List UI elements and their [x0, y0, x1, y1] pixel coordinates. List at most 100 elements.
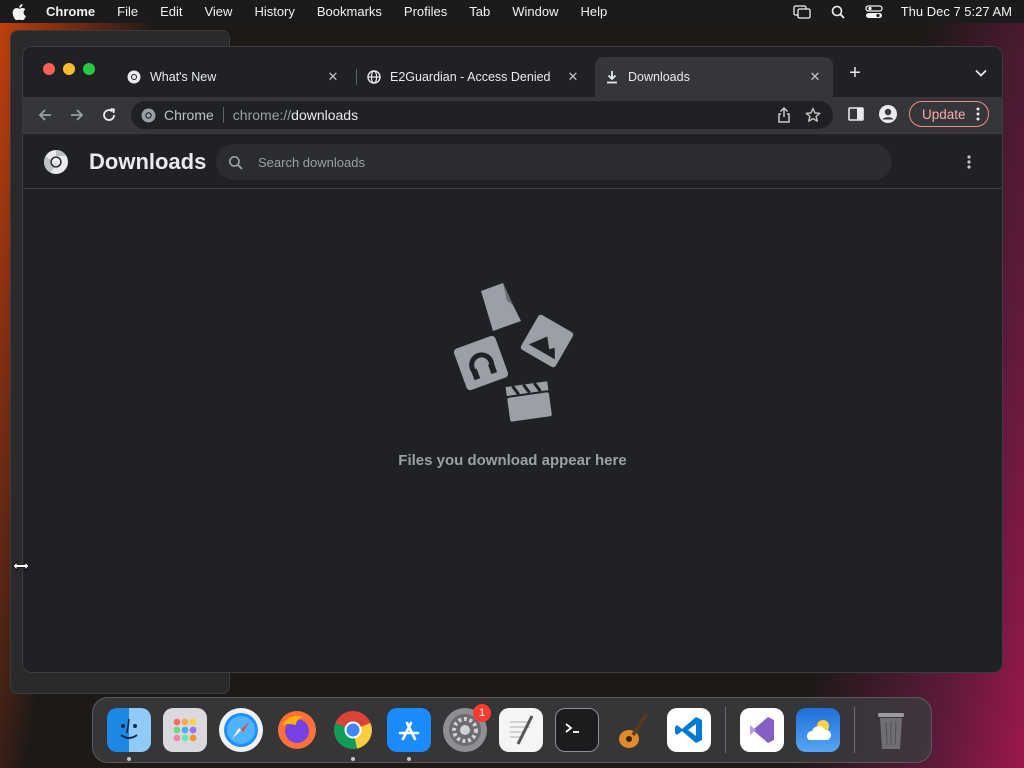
- dock-garageband[interactable]: [611, 708, 655, 752]
- share-icon[interactable]: [777, 107, 791, 123]
- tab-whats-new[interactable]: What's New ✕: [117, 57, 351, 97]
- spotlight-search-icon[interactable]: [829, 5, 847, 19]
- firefox-icon: [278, 711, 316, 749]
- new-tab-button[interactable]: +: [845, 62, 865, 84]
- finder-icon: [120, 718, 138, 739]
- tab-strip: What's New ✕ E2Guardian - Access Denied …: [23, 47, 1002, 97]
- audio-file-icon: [453, 335, 509, 391]
- chrome-icon: [141, 108, 156, 123]
- screen-mirroring-icon[interactable]: [793, 4, 811, 19]
- dock-separator: [725, 707, 726, 753]
- zoom-window-button[interactable]: [83, 63, 95, 75]
- visual-studio-icon: [750, 717, 774, 743]
- minimize-window-button[interactable]: [63, 63, 75, 75]
- dock: 1: [92, 697, 932, 763]
- chrome-window: What's New ✕ E2Guardian - Access Denied …: [22, 46, 1003, 673]
- empty-state-message: Files you download appear here: [398, 452, 627, 469]
- chrome-logo-icon: [43, 149, 69, 175]
- menu-app-name[interactable]: Chrome: [46, 4, 95, 19]
- menu-view[interactable]: View: [204, 4, 232, 19]
- update-button[interactable]: Update: [909, 101, 989, 127]
- omnibox-divider: [222, 107, 224, 123]
- menu-tab[interactable]: Tab: [469, 4, 490, 19]
- dock-weather[interactable]: [796, 708, 840, 752]
- vscode-icon: [675, 717, 702, 743]
- running-indicator: [351, 757, 355, 761]
- tab-downloads[interactable]: Downloads ✕: [595, 57, 833, 97]
- menubar-clock[interactable]: Thu Dec 7 5:27 AM: [901, 4, 1012, 19]
- safari-icon: [224, 713, 258, 747]
- page-title: Downloads: [89, 149, 207, 174]
- dock-chrome[interactable]: [331, 708, 375, 761]
- menu-bookmarks[interactable]: Bookmarks: [317, 4, 382, 19]
- apple-icon[interactable]: [12, 3, 26, 20]
- menu-bar: Chrome File Edit View History Bookmarks …: [0, 0, 1024, 23]
- kebab-menu-icon: [976, 107, 980, 121]
- dock-terminal[interactable]: [555, 708, 599, 752]
- launchpad-icon: [173, 718, 197, 742]
- dock-visual-studio[interactable]: [740, 708, 784, 752]
- globe-icon: [367, 70, 381, 84]
- toolbar-right: Update: [845, 101, 989, 127]
- menu-edit[interactable]: Edit: [160, 4, 182, 19]
- notification-badge: 1: [473, 704, 491, 722]
- weather-icon: [807, 720, 832, 740]
- guitar-icon: [619, 712, 649, 748]
- site-info-chip[interactable]: Chrome: [141, 107, 214, 123]
- search-downloads-field[interactable]: Search downloads: [216, 144, 892, 180]
- dock-trash[interactable]: [869, 708, 913, 752]
- terminal-icon: [565, 723, 579, 733]
- dock-safari[interactable]: [219, 708, 263, 752]
- downloads-page: Downloads Search downloads Files you dow…: [23, 133, 1002, 672]
- dock-textedit[interactable]: [499, 708, 543, 752]
- site-chip-label: Chrome: [164, 107, 214, 123]
- dock-launchpad[interactable]: [163, 708, 207, 752]
- downloads-header: Downloads Search downloads: [23, 134, 1002, 189]
- reload-button[interactable]: [95, 101, 123, 129]
- close-tab-icon[interactable]: ✕: [807, 69, 823, 85]
- omnibox-actions: [777, 107, 833, 123]
- url-scheme: chrome://: [232, 107, 292, 123]
- chrome-icon: [334, 711, 372, 749]
- menu-file[interactable]: File: [117, 4, 138, 19]
- running-indicator: [127, 757, 131, 761]
- search-icon: [228, 154, 244, 170]
- forward-button[interactable]: [63, 101, 91, 129]
- tab-label: E2Guardian - Access Denied: [390, 70, 551, 84]
- close-window-button[interactable]: [43, 63, 55, 75]
- back-button[interactable]: [31, 101, 59, 129]
- tab-search-chevron-icon[interactable]: [971, 63, 991, 83]
- dock-finder[interactable]: [107, 708, 151, 761]
- document-icon: [481, 283, 521, 331]
- more-actions-icon[interactable]: [959, 152, 979, 172]
- app-store-icon: [398, 721, 420, 741]
- control-center-icon[interactable]: [865, 4, 883, 19]
- bookmark-star-icon[interactable]: [805, 107, 821, 123]
- empty-downloads-illustration: [453, 283, 574, 422]
- dock-vscode[interactable]: [667, 708, 711, 752]
- image-file-icon: [520, 314, 574, 368]
- video-clapper-icon: [505, 381, 552, 422]
- close-tab-icon[interactable]: ✕: [325, 69, 341, 85]
- url-text[interactable]: chrome://downloads: [233, 107, 358, 123]
- tab-label: Downloads: [628, 70, 690, 84]
- dock-firefox[interactable]: [275, 708, 319, 752]
- url-host: downloads: [291, 107, 359, 123]
- running-indicator: [407, 757, 411, 761]
- address-bar[interactable]: Chrome chrome://downloads: [131, 101, 833, 129]
- profile-avatar-icon[interactable]: [877, 103, 899, 125]
- resize-cursor-icon: [12, 561, 30, 571]
- menu-help[interactable]: Help: [581, 4, 608, 19]
- dock-app-store[interactable]: [387, 708, 431, 761]
- menu-history[interactable]: History: [254, 4, 294, 19]
- menu-profiles[interactable]: Profiles: [404, 4, 447, 19]
- dock-system-settings[interactable]: 1: [443, 704, 491, 752]
- chrome-icon: [127, 70, 141, 84]
- menu-window[interactable]: Window: [512, 4, 558, 19]
- search-placeholder: Search downloads: [258, 154, 365, 170]
- trash-icon: [878, 713, 904, 749]
- dock-separator: [854, 707, 855, 753]
- side-panel-icon[interactable]: [845, 103, 867, 125]
- tab-e2guardian[interactable]: E2Guardian - Access Denied ✕: [357, 57, 591, 97]
- close-tab-icon[interactable]: ✕: [565, 69, 581, 85]
